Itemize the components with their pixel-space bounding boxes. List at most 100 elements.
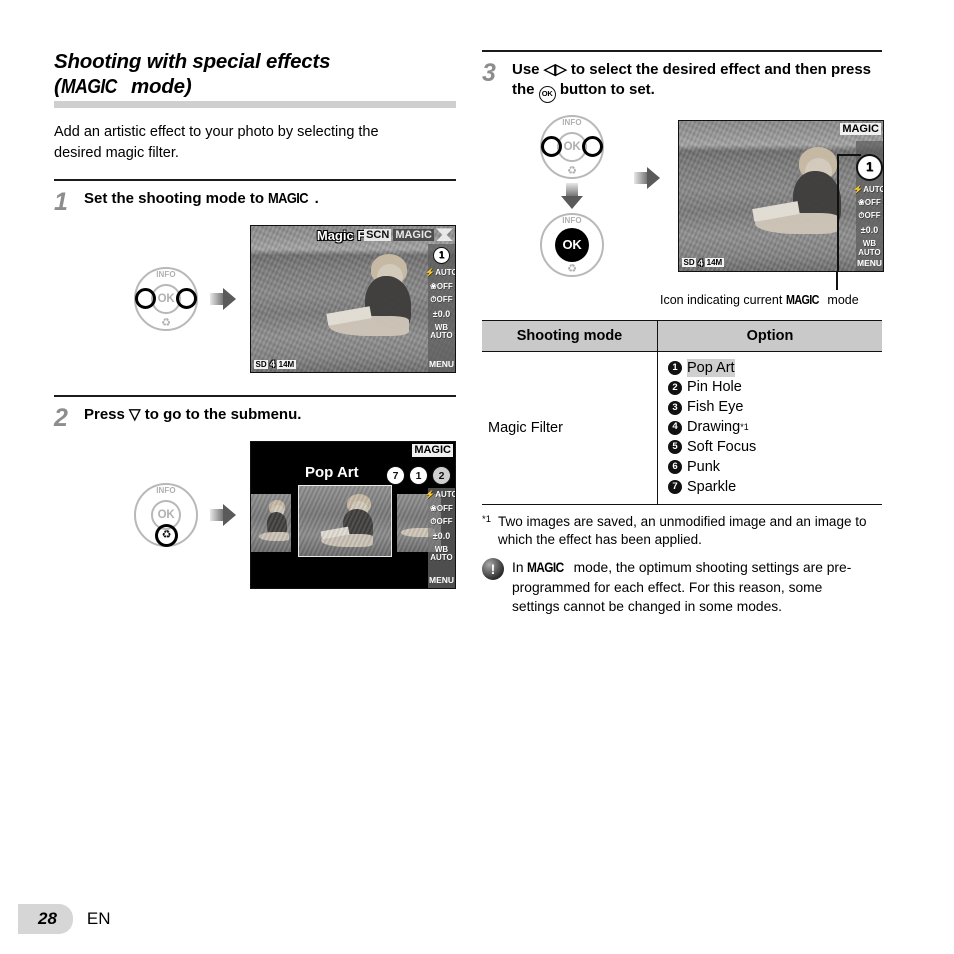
dpad-step3-top[interactable]: INFO OK ♻	[540, 114, 604, 179]
white-balance-status: WB AUTO	[430, 544, 453, 563]
option-item-3[interactable]: 3 Fish Eye	[668, 398, 882, 417]
cell-options: 1 Pop Art 2 Pin Hole 3 Fish Eye 4 Drawin…	[657, 351, 882, 505]
step-3-text: Use ◁▷ to select the desired effect and …	[507, 60, 882, 103]
dpad-step3-bottom[interactable]: INFO ♻ OK	[540, 212, 604, 277]
option-label: Pin Hole	[687, 379, 742, 396]
effect-circle-current[interactable]: 1	[409, 466, 428, 486]
option-number-badge: 1	[668, 361, 682, 376]
step-1-text-after: .	[314, 190, 319, 208]
note-text-before: In	[512, 560, 528, 576]
option-number-badge: 7	[668, 480, 682, 495]
title-underline	[54, 101, 456, 109]
lcd-screen-step2: Pop Art MAGIC 7 1 2 ⚡AUTO ❀OFF ⏱OFF ±0.0…	[250, 441, 456, 590]
sd-card-icon: SD	[254, 359, 269, 370]
leader-line-tail	[836, 271, 838, 290]
trash-icon: ♻	[161, 529, 172, 542]
exposure-status: ±0.0	[432, 308, 451, 319]
dpad-step2[interactable]: INFO OK ♻	[134, 483, 198, 548]
macro-icon: ❀	[430, 503, 437, 513]
options-table: Shooting mode Option Magic Filter 1 Pop …	[482, 319, 882, 505]
table-row: Magic Filter 1 Pop Art 2 Pin Hole 3 Fish…	[482, 351, 882, 505]
step-2: 2 Press ▽ to go to the submenu. INFO OK …	[54, 405, 456, 609]
option-number-badge: 4	[668, 420, 682, 435]
photo-subject	[752, 146, 869, 255]
lcd-status-bar-step1: 1 ⚡AUTO ❀OFF ⏱OFF ±0.0 WB AUTO MENU	[425, 244, 456, 373]
column-header-shooting-mode: Shooting mode	[482, 319, 658, 352]
left-column: Shooting with special effects (MAGIC mod…	[54, 50, 456, 609]
option-label: Sparkle	[687, 478, 737, 495]
column-header-option: Option	[657, 319, 882, 352]
dpad-ok-button-highlight[interactable]: OK	[555, 227, 589, 262]
step-3-text-after: button to set.	[555, 81, 655, 99]
dpad-left-highlight[interactable]	[541, 135, 562, 157]
manual-page: Shooting with special effects (MAGIC mod…	[0, 0, 954, 954]
option-footnote-marker: *1	[740, 421, 749, 432]
option-item-5[interactable]: 5 Soft Focus	[668, 438, 882, 457]
caption-after: mode	[823, 292, 859, 307]
option-item-2[interactable]: 2 Pin Hole	[668, 378, 882, 397]
dpad-step1[interactable]: INFO OK ♻	[134, 267, 198, 332]
lcd-caption-step3: Icon indicating current MAGIC mode	[660, 293, 859, 307]
timer-status: ⏱OFF	[430, 517, 453, 527]
photo-subject	[326, 254, 437, 354]
table-header-row: Shooting mode Option	[482, 319, 882, 352]
step-2-text-before: Press	[84, 406, 130, 424]
leader-line-horizontal	[837, 153, 861, 156]
mode-chip-scn: SCN	[364, 228, 392, 241]
option-item-7[interactable]: 7 Sparkle	[668, 478, 882, 497]
option-label: Punk	[687, 458, 721, 475]
flow-arrow-down-icon	[561, 182, 583, 209]
lcd-title-step2: Pop Art	[305, 464, 359, 482]
effect-circle-next[interactable]: 2	[432, 466, 451, 486]
dpad-info-label: INFO	[156, 486, 176, 496]
trash-icon: ♻	[161, 317, 171, 330]
macro-icon: ❀	[858, 198, 865, 208]
current-effect-badge: 1	[856, 153, 883, 181]
thumbnail-prev[interactable]	[251, 494, 291, 553]
note-text: In MAGIC mode, the optimum shooting sett…	[512, 558, 862, 616]
flash-status: ⚡AUTO	[425, 268, 456, 278]
effect-number-badge: 1	[433, 247, 450, 265]
effect-circle-prev[interactable]: 7	[386, 466, 405, 486]
step-1-text-before: Set the shooting mode to	[84, 190, 269, 208]
option-item-6[interactable]: 6 Punk	[668, 458, 882, 477]
menu-label: MENU	[428, 575, 455, 586]
effect-circle-row[interactable]: 7 1 2	[386, 466, 451, 486]
dpad-info-label: INFO	[156, 270, 176, 280]
macro-status: ❀OFF	[858, 198, 881, 208]
macro-status: ❀OFF	[430, 281, 453, 291]
flow-arrow-icon	[210, 288, 236, 311]
step-3: 3 Use ◁▷ to select the desired effect an…	[482, 59, 884, 616]
lcd-bottom-info-step1: SD 4 14M	[254, 359, 296, 369]
lcd-mode-indicators: SCN MAGIC	[364, 228, 453, 242]
option-item-1[interactable]: 1 Pop Art	[668, 358, 882, 378]
ok-button-icon: OK	[538, 85, 556, 103]
dpad-right-highlight[interactable]	[582, 135, 603, 157]
intro-text: Add an artistic effect to your photo by …	[54, 124, 379, 161]
step-1: 1 Set the shooting mode to MAGIC. INFO O…	[54, 189, 456, 393]
step-1-magic-wordmark: MAGIC	[268, 190, 309, 208]
thumbnail-current[interactable]	[298, 485, 392, 558]
white-balance-status: WB AUTO	[430, 322, 453, 341]
lcd-status-bar-step3: 1 ⚡AUTO ❀OFF ⏱OFF ±0.0 WB AUTO MENU	[853, 140, 883, 271]
lcd-screen-step1: Magic Filter SCN MAGIC 1 ⚡AUTO ❀OFF ⏱OFF…	[250, 225, 456, 374]
exclamation-icon: !	[482, 558, 504, 581]
option-item-4[interactable]: 4 Drawing *1	[668, 418, 882, 437]
step-3-number: 3	[482, 59, 496, 87]
step-1-text: Set the shooting mode to MAGIC.	[79, 189, 319, 209]
footnote: *1 Two images are saved, an unmodified i…	[482, 513, 882, 550]
divider-step1	[54, 179, 456, 182]
option-number-badge: 5	[668, 440, 682, 455]
caption-magic-wordmark: MAGIC	[785, 292, 819, 307]
divider-step3	[482, 50, 882, 52]
step-2-text: Press ▽ to go to the submenu.	[79, 405, 301, 425]
step-3-text-before: Use	[512, 61, 544, 78]
section-title-paren-open: (	[54, 74, 61, 98]
option-label: Fish Eye	[687, 399, 744, 416]
macro-status: ❀OFF	[430, 503, 453, 513]
page-title: Shooting with special effects (MAGIC mod…	[54, 50, 456, 99]
option-label: Pop Art	[687, 358, 735, 378]
option-number-badge: 3	[668, 400, 682, 415]
option-label: Soft Focus	[687, 439, 757, 455]
footnote-text: Two images are saved, an unmodified imag…	[498, 513, 867, 547]
